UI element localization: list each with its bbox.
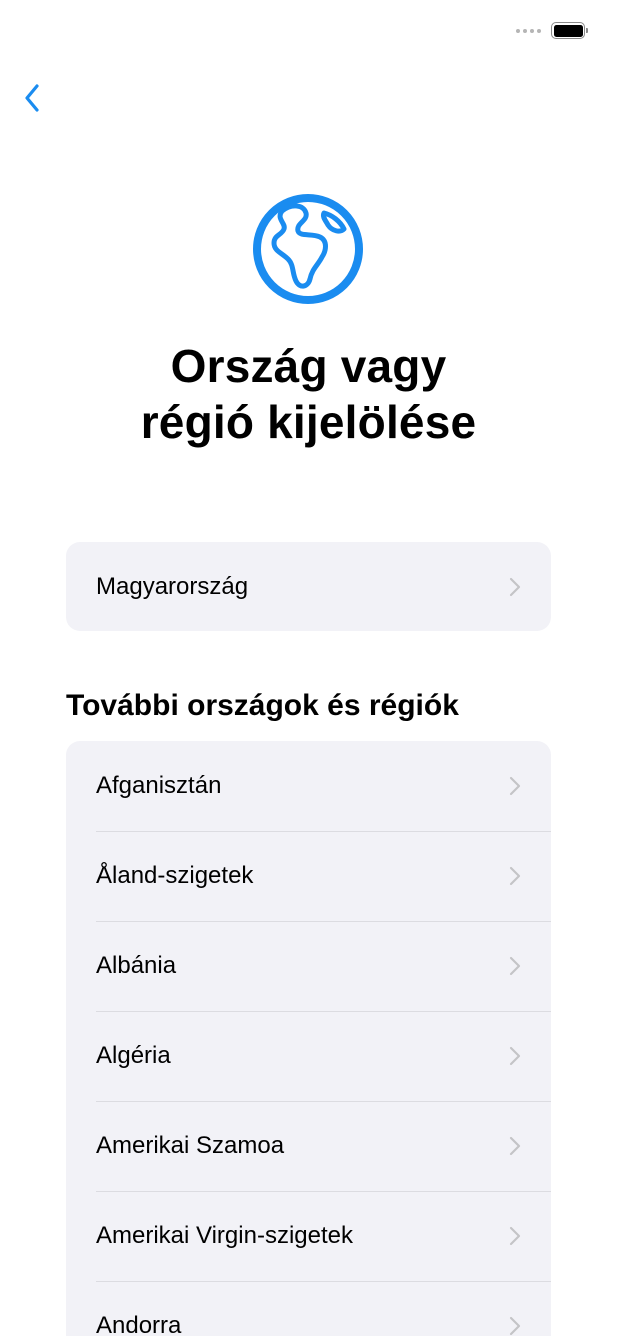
list-item[interactable]: Algéria (66, 1011, 551, 1101)
list-item[interactable]: Åland-szigetek (66, 831, 551, 921)
chevron-right-icon (509, 577, 521, 596)
region-list: Afganisztán Åland-szigetek Albánia Algér… (66, 741, 551, 1336)
region-label: Amerikai Szamoa (96, 1132, 285, 1159)
chevron-right-icon (509, 866, 521, 886)
page-title-line-1: Ország vagy (170, 340, 447, 392)
list-item[interactable]: Amerikai Szamoa (66, 1101, 551, 1191)
region-label: Algéria (96, 1042, 171, 1069)
list-item[interactable]: Andorra (66, 1281, 551, 1336)
region-label: Åland-szigetek (96, 862, 254, 889)
globe-icon (253, 194, 363, 304)
list-item[interactable]: Amerikai Virgin-szigetek (66, 1191, 551, 1281)
region-label: Andorra (96, 1312, 182, 1336)
chevron-right-icon (509, 1136, 521, 1156)
region-label: Magyarország (96, 572, 249, 600)
page-title-line-2: régió kijelölése (140, 396, 477, 448)
page-title: Ország vagy régió kijelölése (60, 338, 557, 450)
back-button[interactable] (12, 78, 52, 118)
battery-icon (551, 22, 588, 39)
region-label: Albánia (96, 952, 177, 979)
chevron-right-icon (509, 1226, 521, 1246)
chevron-right-icon (509, 1046, 521, 1066)
list-item[interactable]: Albánia (66, 921, 551, 1011)
region-selection-screen: Ország vagy régió kijelölése Magyarorszá… (0, 0, 617, 1336)
region-row-current[interactable]: Magyarország (66, 542, 551, 631)
status-bar (516, 22, 588, 39)
region-label: Amerikai Virgin-szigetek (96, 1222, 353, 1249)
chevron-right-icon (509, 1316, 521, 1336)
cellular-signal-icon (516, 28, 541, 33)
region-label: Afganisztán (96, 772, 222, 799)
list-item[interactable]: Afganisztán (66, 741, 551, 831)
chevron-left-icon (25, 84, 39, 112)
chevron-right-icon (509, 776, 521, 796)
section-header: További országok és régiók (66, 689, 459, 722)
current-region-group: Magyarország (66, 542, 551, 631)
chevron-right-icon (509, 956, 521, 976)
